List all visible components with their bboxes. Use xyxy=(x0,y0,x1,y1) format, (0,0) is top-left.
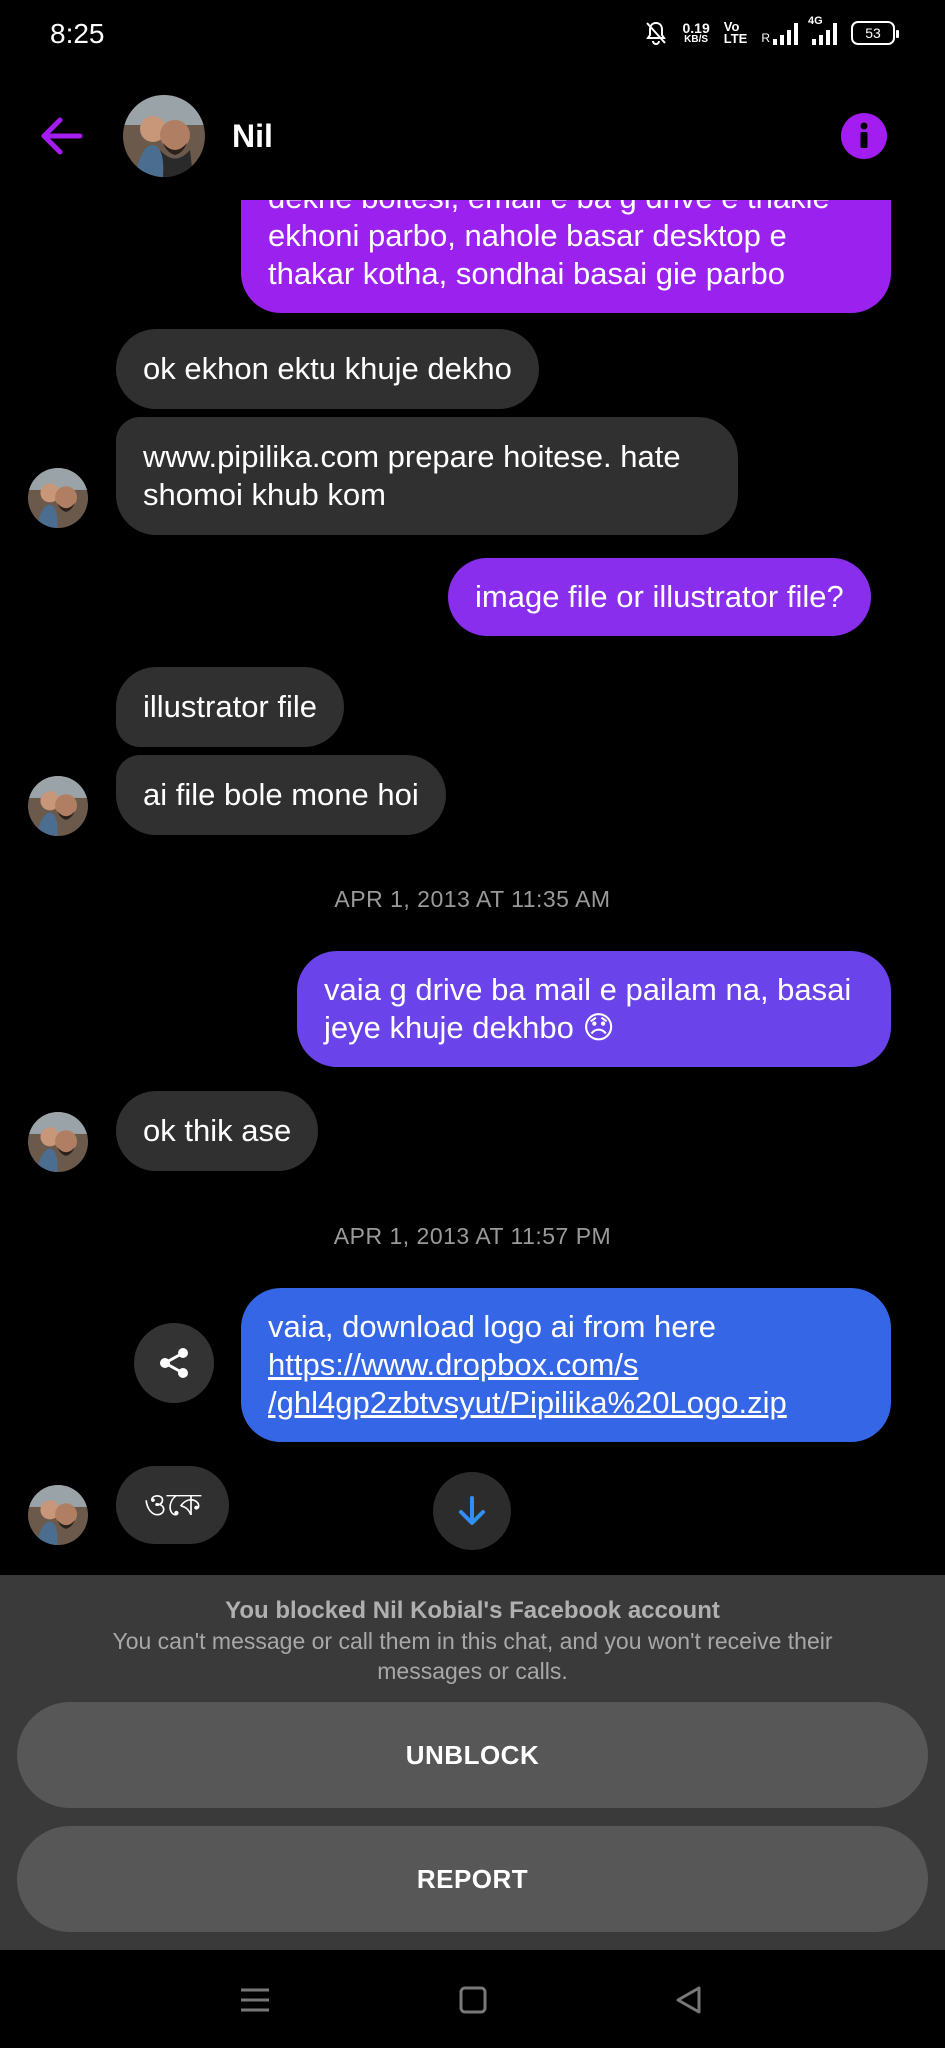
message-link[interactable]: https://www.dropbox.com/s /ghl4gp2zbtvsy… xyxy=(268,1346,864,1422)
sim1-signal: R xyxy=(761,21,798,45)
message-list[interactable]: dekhe boltesi, email e ba g drive e thak… xyxy=(0,200,945,1575)
report-button[interactable]: REPORT xyxy=(17,1826,928,1932)
sender-avatar[interactable] xyxy=(28,1485,88,1545)
share-button[interactable] xyxy=(134,1323,214,1403)
sender-avatar[interactable] xyxy=(28,776,88,836)
message-text: ok thik ase xyxy=(143,1113,292,1148)
menu-icon[interactable] xyxy=(235,1980,275,2020)
sender-avatar[interactable] xyxy=(28,1112,88,1172)
message-text: image file or illustrator file? xyxy=(475,579,844,614)
message-bubble-outgoing[interactable]: vaia g drive ba mail e pailam na, basai … xyxy=(297,951,891,1067)
date-separator: APR 1, 2013 AT 11:57 PM xyxy=(333,1223,612,1249)
status-icons: 0.19 KB/S Vo LTE R 4G 53 xyxy=(644,15,899,46)
arrow-down-icon xyxy=(459,1496,485,1525)
message-text: dekhe boltesi, email e ba g drive e thak… xyxy=(268,200,830,291)
message-bubble-incoming[interactable]: ok thik ase xyxy=(116,1091,319,1171)
roaming-label: R xyxy=(761,31,770,45)
sim2-signal: 4G xyxy=(808,15,837,45)
link-line-2: /ghl4gp2zbtvsyut/Pipilika%20Logo.zip xyxy=(268,1385,787,1420)
message-text: www.pipilika.com prepare hoitese. hate s… xyxy=(143,439,681,512)
message-bubble-incoming[interactable]: ai file bole mone hoi xyxy=(116,755,446,835)
net-speed-unit: KB/S xyxy=(684,33,709,45)
info-icon[interactable] xyxy=(841,113,887,159)
net-speed: 0.19 KB/S xyxy=(682,19,710,45)
system-nav-bar xyxy=(0,1950,945,2048)
volte-badge: Vo LTE xyxy=(723,20,748,46)
blocked-panel: You blocked Nil Kobial's Facebook accoun… xyxy=(0,1575,945,1950)
status-bar: 8:25 0.19 KB/S Vo LTE R 4G 53 xyxy=(0,0,945,72)
contact-name[interactable]: Nil xyxy=(232,118,273,155)
message-bubble-outgoing[interactable]: image file or illustrator file? xyxy=(448,558,871,636)
volte-bottom: LTE xyxy=(723,31,748,46)
message-text: vaia, download logo ai from here xyxy=(268,1309,717,1344)
scroll-to-bottom-button[interactable] xyxy=(433,1472,511,1550)
mute-bell-icon xyxy=(646,21,667,45)
date-separator: APR 1, 2013 AT 11:35 AM xyxy=(334,886,611,912)
link-line-1: https://www.dropbox.com/s xyxy=(268,1347,639,1382)
message-bubble-incoming[interactable]: www.pipilika.com prepare hoitese. hate s… xyxy=(116,417,738,535)
net-speed-value: 0.19 xyxy=(682,19,710,36)
message-text: illustrator file xyxy=(143,689,317,724)
signal-bars-icon xyxy=(773,21,798,45)
home-square-icon[interactable] xyxy=(453,1980,493,2020)
message-bubble-outgoing[interactable]: vaia, download logo ai from here https:/… xyxy=(241,1288,891,1442)
message-bubble-outgoing[interactable]: dekhe boltesi, email e ba g drive e thak… xyxy=(241,200,891,313)
message-bubble-incoming[interactable]: ওকে xyxy=(116,1466,229,1544)
sender-avatar[interactable] xyxy=(28,468,88,528)
message-bubble-incoming[interactable]: illustrator file xyxy=(116,667,344,747)
message-text: vaia g drive ba mail e pailam na, basai … xyxy=(324,972,852,1045)
battery-icon: 53 xyxy=(851,21,899,45)
blocked-title: You blocked Nil Kobial's Facebook accoun… xyxy=(225,1597,720,1624)
message-text: ai file bole mone hoi xyxy=(143,777,419,812)
share-icon xyxy=(160,1348,188,1378)
blocked-description: You can't message or call them in this c… xyxy=(112,1628,833,1684)
network-type: 4G xyxy=(808,15,823,27)
chat-header: Nil xyxy=(0,72,945,200)
message-text: ওকে xyxy=(144,1487,201,1523)
status-time: 8:25 xyxy=(50,18,105,49)
battery-level: 53 xyxy=(865,25,881,41)
message-text: ok ekhon ektu khuje dekho xyxy=(143,351,512,386)
back-arrow-icon[interactable] xyxy=(38,112,86,160)
back-triangle-icon[interactable] xyxy=(669,1980,709,2020)
contact-avatar[interactable] xyxy=(123,95,205,177)
message-bubble-incoming[interactable]: ok ekhon ektu khuje dekho xyxy=(116,329,539,409)
unblock-button[interactable]: UNBLOCK xyxy=(17,1702,928,1808)
